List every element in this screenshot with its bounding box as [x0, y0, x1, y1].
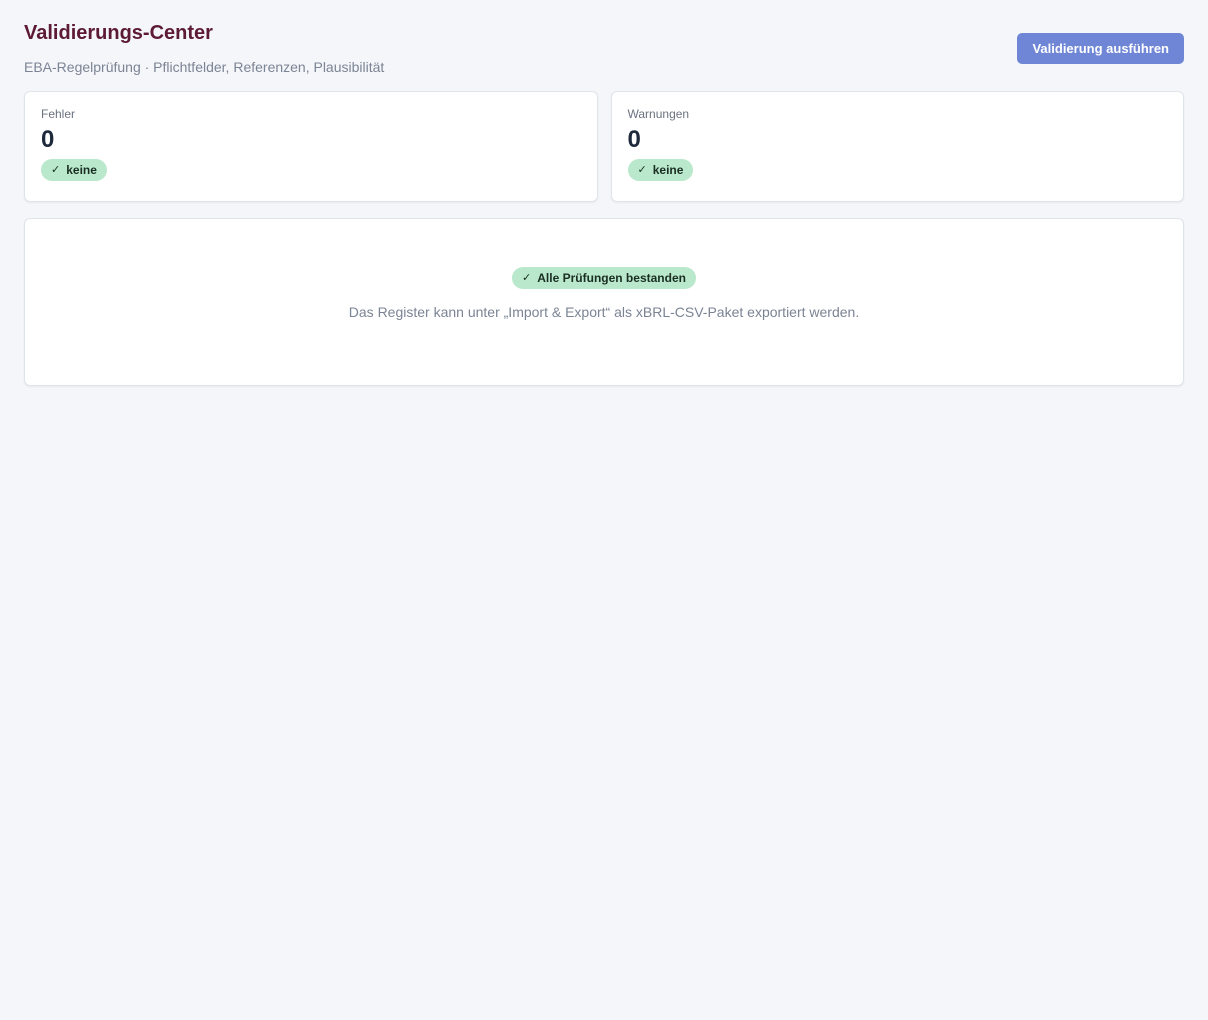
all-passed-badge: ✓ Alle Prüfungen bestanden: [512, 267, 696, 289]
errors-status-badge: ✓ keine: [41, 159, 107, 181]
check-icon: ✓: [637, 163, 647, 176]
errors-card: Fehler 0 ✓ keine: [24, 91, 598, 202]
run-validation-button[interactable]: Validierung ausführen: [1017, 33, 1184, 64]
all-passed-text: Alle Prüfungen bestanden: [537, 271, 686, 285]
warnings-label: Warnungen: [627, 107, 690, 121]
errors-status-text: keine: [66, 163, 97, 177]
check-icon: ✓: [522, 271, 532, 284]
warnings-card: Warnungen 0 ✓ keine: [610, 91, 1184, 202]
validation-result-panel: ✓ Alle Prüfungen bestanden Das Register …: [24, 218, 1184, 386]
warnings-status-badge: ✓ keine: [627, 159, 694, 181]
export-hint-message: Das Register kann unter „Import & Export…: [348, 304, 860, 320]
validation-center-page: Validierungs-Center EBA-Regelprüfung · P…: [0, 0, 1208, 1020]
check-icon: ✓: [51, 163, 61, 176]
warnings-count: 0: [627, 126, 641, 153]
errors-label: Fehler: [41, 107, 76, 121]
errors-count: 0: [41, 126, 55, 153]
warnings-status-text: keine: [652, 163, 684, 177]
stats-row: Fehler 0 ✓ keine Warnungen 0 ✓ keine: [24, 91, 1184, 202]
page-title: Validierungs-Center: [24, 22, 213, 44]
page-header: Validierungs-Center EBA-Regelprüfung · P…: [24, 0, 1184, 91]
page-subtitle: EBA-Regelprüfung · Pflichtfelder, Refere…: [24, 59, 385, 75]
